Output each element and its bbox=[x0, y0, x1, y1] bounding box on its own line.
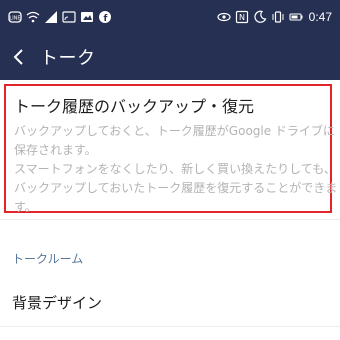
backup-restore-title: トーク履歴のバックアップ・復元 bbox=[14, 97, 255, 116]
backup-desc-line: バックアップしておくと、トーク履歴がGoogle ドライブに bbox=[14, 124, 335, 138]
chevron-left-icon bbox=[13, 49, 23, 65]
svg-text:f: f bbox=[104, 14, 108, 24]
section-divider bbox=[0, 219, 340, 220]
backup-desc-line: 保存されます。 bbox=[14, 143, 97, 157]
status-bar-left: LINE f bbox=[8, 10, 112, 24]
wifi-icon bbox=[26, 10, 40, 24]
app-header: トーク bbox=[0, 34, 340, 80]
status-bar-right: N 0:47 bbox=[217, 10, 332, 24]
backup-desc-line: バックアップしておいたトーク履歴を復元することができま bbox=[14, 181, 338, 195]
gallery-icon bbox=[80, 10, 94, 24]
back-button[interactable] bbox=[2, 34, 36, 80]
battery-icon bbox=[289, 10, 303, 24]
page-title: トーク bbox=[40, 48, 96, 69]
status-time: 0:47 bbox=[308, 10, 332, 24]
cast-icon bbox=[62, 10, 76, 24]
line-icon: LINE bbox=[8, 10, 22, 24]
svg-text:LINE: LINE bbox=[9, 16, 20, 22]
backup-desc-line: スマートフォンをなくしたり、新しく買い換えたりしても、 bbox=[14, 162, 336, 176]
backup-restore-description: バックアップしておくと、トーク履歴がGoogle ドライブに 保存されます。 ス… bbox=[14, 122, 338, 217]
status-bar: LINE f N 0:47 bbox=[0, 0, 340, 34]
svg-text:N: N bbox=[239, 13, 245, 22]
item-divider bbox=[0, 326, 340, 327]
eye-icon bbox=[217, 10, 231, 24]
backup-desc-line: す。 bbox=[14, 200, 37, 214]
signal-icon bbox=[44, 10, 58, 24]
section-header-talkroom: トークルーム bbox=[12, 252, 84, 266]
nfc-icon: N bbox=[235, 10, 249, 24]
facebook-icon: f bbox=[98, 10, 112, 24]
moon-icon bbox=[253, 10, 267, 24]
backup-restore-item[interactable]: トーク履歴のバックアップ・復元 バックアップしておくと、トーク履歴がGoogle… bbox=[4, 84, 337, 214]
vibrate-icon bbox=[271, 10, 285, 24]
background-design-item[interactable]: 背景デザイン bbox=[0, 282, 340, 322]
